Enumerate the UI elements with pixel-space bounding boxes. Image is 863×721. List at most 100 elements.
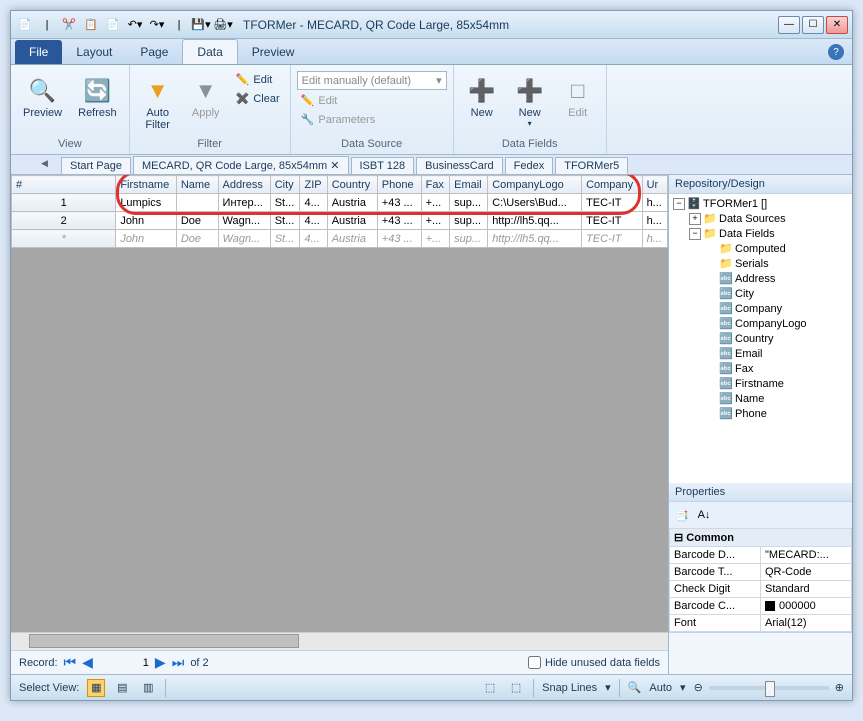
view-mode-3[interactable]: ▥ — [139, 679, 157, 697]
doc-tab[interactable]: TFORMer5 — [555, 157, 628, 174]
data-grid[interactable]: #FirstnameNameAddressCityZIPCountryPhone… — [11, 175, 668, 248]
grid-cell[interactable] — [176, 194, 218, 212]
grid-cell[interactable]: TEC-IT — [582, 230, 643, 248]
grid-cell[interactable]: St... — [270, 212, 300, 230]
grid-cell[interactable]: * — [12, 230, 116, 248]
doc-tab[interactable]: ISBT 128 — [351, 157, 415, 174]
grid-cell[interactable]: John — [116, 212, 177, 230]
grid-cell[interactable]: 4... — [300, 230, 327, 248]
tab-preview[interactable]: Preview — [238, 40, 309, 64]
grid-cell[interactable]: 4... — [300, 212, 327, 230]
grid-cell[interactable]: h... — [642, 194, 667, 212]
collapse-icon[interactable]: ⊟ — [674, 532, 683, 544]
grid-cell[interactable]: Austria — [327, 212, 377, 230]
view-mode-2[interactable]: ▤ — [113, 679, 131, 697]
apply-filter-button[interactable]: ▼Apply — [184, 71, 228, 123]
tree-item[interactable]: +📁Data Sources — [671, 211, 850, 226]
refresh-button[interactable]: 🔄Refresh — [72, 71, 123, 123]
grid-cell[interactable]: Doe — [176, 230, 218, 248]
status-icon-b[interactable]: ⬚ — [507, 679, 525, 697]
print-icon[interactable]: 🖨▾ — [213, 15, 233, 35]
grid-cell[interactable]: St... — [270, 194, 300, 212]
prop-value[interactable]: Standard — [761, 581, 852, 598]
column-header[interactable]: Company — [582, 176, 643, 194]
tree-item[interactable]: 🔤Name — [671, 391, 850, 406]
prop-name[interactable]: Font — [670, 615, 761, 632]
prop-value[interactable]: "MECARD:... — [761, 547, 852, 564]
prop-name[interactable]: Barcode C... — [670, 598, 761, 615]
tab-file[interactable]: File — [15, 40, 62, 64]
paste-icon[interactable]: 📄 — [103, 15, 123, 35]
tree-item[interactable]: 🔤CompanyLogo — [671, 316, 850, 331]
prop-categorize-icon[interactable]: 📑 — [673, 506, 691, 524]
tree-item[interactable]: 📁Serials — [671, 256, 850, 271]
doc-tab[interactable]: BusinessCard — [416, 157, 502, 174]
save-icon[interactable]: 💾▾ — [191, 15, 211, 35]
new-datafield-2-button[interactable]: ➕New▾ — [508, 71, 552, 132]
tree-item[interactable]: 📁Computed — [671, 241, 850, 256]
datasource-combo[interactable]: Edit manually (default)▾ — [297, 71, 447, 90]
column-header[interactable]: Ur — [642, 176, 667, 194]
zoom-out-button[interactable]: ⊖ — [694, 681, 703, 694]
grid-cell[interactable]: John — [116, 230, 177, 248]
zoom-in-button[interactable]: ⊕ — [835, 681, 844, 694]
tab-data[interactable]: Data — [182, 39, 237, 64]
grid-cell[interactable]: sup... — [450, 230, 488, 248]
edit-filter-button[interactable]: ✏️Edit — [232, 71, 284, 88]
parameters-button[interactable]: 🔧Parameters — [297, 111, 447, 128]
tab-page[interactable]: Page — [126, 40, 182, 64]
grid-cell[interactable]: http://lh5.qq... — [488, 230, 582, 248]
tree-toggle-icon[interactable]: − — [689, 228, 701, 240]
tree-item[interactable]: 🔤Country — [671, 331, 850, 346]
view-mode-1[interactable]: ▦ — [87, 679, 105, 697]
zoom-auto-label[interactable]: Auto — [649, 682, 672, 694]
tree-item[interactable]: 🔤Firstname — [671, 376, 850, 391]
new-datafield-1-button[interactable]: ➕New — [460, 71, 504, 123]
doc-tab[interactable]: Fedex — [505, 157, 554, 174]
tree-toggle-icon[interactable]: + — [689, 213, 701, 225]
auto-filter-button[interactable]: ▼Auto Filter — [136, 71, 180, 135]
grid-cell[interactable]: TEC-IT — [582, 212, 643, 230]
grid-cell[interactable]: h... — [642, 212, 667, 230]
grid-cell[interactable]: 4... — [300, 194, 327, 212]
column-header[interactable]: Firstname — [116, 176, 177, 194]
grid-cell[interactable]: +... — [421, 194, 450, 212]
tree-item[interactable]: 🔤Company — [671, 301, 850, 316]
grid-cell[interactable]: Austria — [327, 194, 377, 212]
doc-tab[interactable]: MECARD, QR Code Large, 85x54mm ✕ — [133, 156, 349, 174]
record-input[interactable] — [99, 657, 149, 669]
grid-cell[interactable]: Doe — [176, 212, 218, 230]
zoom-slider[interactable] — [709, 686, 829, 690]
grid-cell[interactable]: +43 ... — [377, 194, 421, 212]
grid-cell[interactable]: Интер... — [218, 194, 270, 212]
help-icon[interactable]: ? — [828, 44, 844, 60]
redo-icon[interactable]: ↷▾ — [147, 15, 167, 35]
clear-filter-button[interactable]: ✖️Clear — [232, 90, 284, 107]
prop-name[interactable]: Check Digit — [670, 581, 761, 598]
column-header[interactable]: Country — [327, 176, 377, 194]
tab-layout[interactable]: Layout — [62, 40, 126, 64]
edit-datasource-button[interactable]: ✏️Edit — [297, 92, 447, 109]
tree-item[interactable]: −🗄️TFORMer1 [] — [671, 196, 850, 211]
grid-cell[interactable]: St... — [270, 230, 300, 248]
minimize-button[interactable]: — — [778, 16, 800, 34]
tree-item[interactable]: 🔤Email — [671, 346, 850, 361]
column-header[interactable]: Name — [176, 176, 218, 194]
prop-sort-icon[interactable]: A↓ — [695, 506, 713, 524]
copy-icon[interactable]: 📋 — [81, 15, 101, 35]
tree-item[interactable]: 🔤Phone — [671, 406, 850, 421]
prop-name[interactable]: Barcode T... — [670, 564, 761, 581]
close-button[interactable]: ✕ — [826, 16, 848, 34]
grid-cell[interactable]: Austria — [327, 230, 377, 248]
grid-cell[interactable]: +... — [421, 212, 450, 230]
column-header[interactable]: Email — [450, 176, 488, 194]
tree-item[interactable]: 🔤Address — [671, 271, 850, 286]
column-header[interactable]: Address — [218, 176, 270, 194]
grid-cell[interactable]: TEC-IT — [582, 194, 643, 212]
column-header[interactable]: # — [12, 176, 116, 194]
tree-item[interactable]: 🔤City — [671, 286, 850, 301]
grid-cell[interactable]: Lumpics — [116, 194, 177, 212]
horizontal-scrollbar[interactable] — [11, 632, 668, 650]
grid-cell[interactable]: 1 — [12, 194, 116, 212]
grid-cell[interactable]: sup... — [450, 194, 488, 212]
